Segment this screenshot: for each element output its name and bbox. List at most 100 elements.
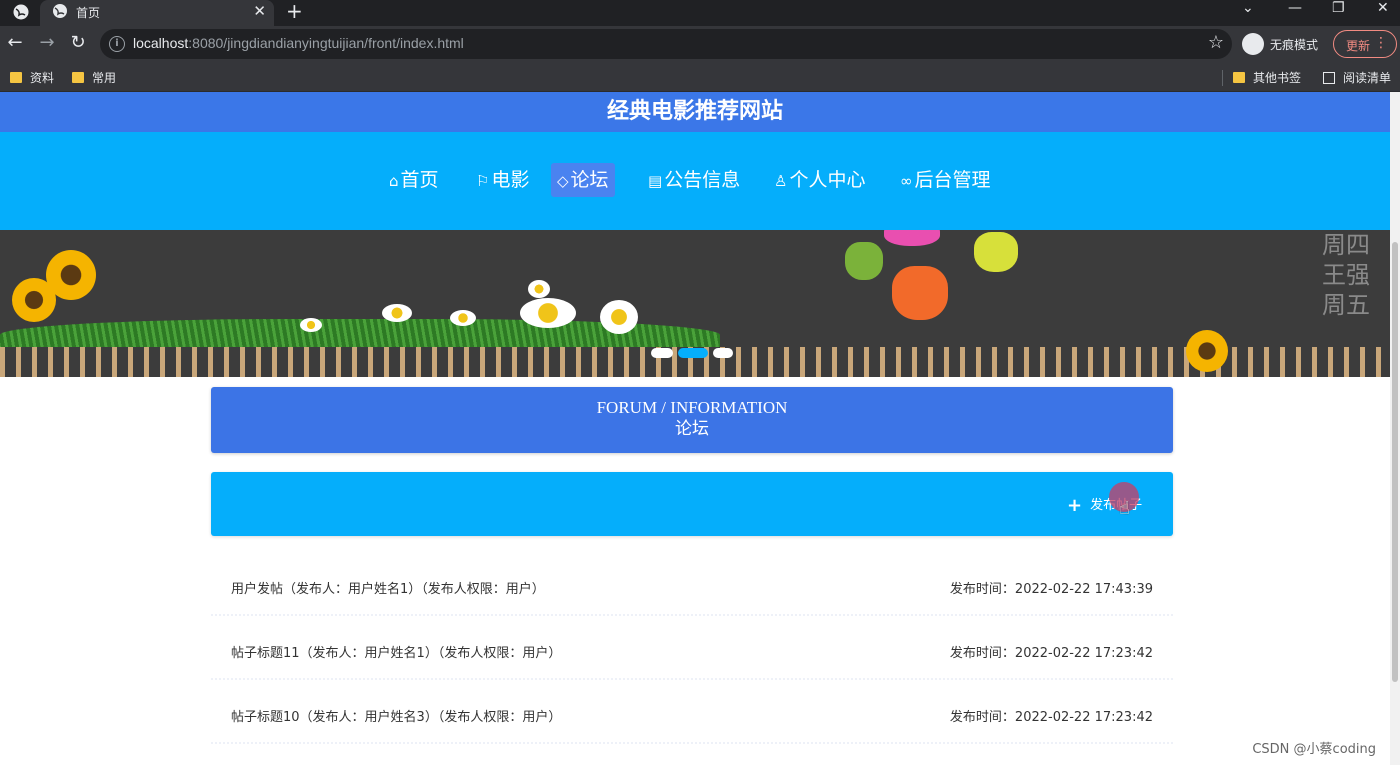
main-nav: ⌂ 首页 ⚐ 电影 ◇ 论坛 ▤ 公告信息 ♙ 个人中心 ∞ 后台管理 [0,132,1390,230]
bookmark-folder-2[interactable]: 常用 [72,69,116,86]
handprint-image [974,232,1018,272]
bookmarks-bar: 资料 常用 其他书签 阅读清单 [0,62,1400,92]
nav-label: 论坛 [570,169,609,191]
post-title[interactable]: 帖子标题11（发布人：用户姓名1）（发布人权限：用户） [231,642,561,661]
browser-tab-strip: 首页 ✕ + ⌄ — ❐ ✕ [0,0,1400,26]
nav-item-notices[interactable]: ▤ 公告信息 [642,163,746,197]
chalk-line: 周四 [1322,231,1370,259]
nav-item-admin[interactable]: ∞ 后台管理 [894,163,997,197]
post-time: 发布时间：2022-02-22 17:43:39 [949,582,1153,597]
url-path: :8080/jingdiandianyingtuijian/front/inde… [188,35,464,51]
home-icon: ⌂ [389,172,399,190]
handprint-image [845,242,883,280]
daisy-image [300,318,322,332]
nav-label: 后台管理 [914,169,991,191]
carousel-dot[interactable] [651,348,673,358]
folder-icon [1233,72,1245,83]
forum-post-list: 用户发帖（发布人：用户姓名1）（发布人权限：用户） 发布时间：2022-02-2… [211,552,1173,744]
post-title[interactable]: 用户发帖（发布人：用户姓名1）（发布人权限：用户） [231,578,545,597]
plus-icon: + [1067,495,1083,516]
reading-list[interactable]: 阅读清单 [1323,69,1391,86]
list-item[interactable]: 帖子标题11（发布人：用户姓名1）（发布人权限：用户） 发布时间：2022-02… [211,616,1173,680]
new-tab-icon[interactable]: + [286,0,303,23]
nav-label: 电影 [491,169,530,191]
browser-toolbar: ← → ↻ i localhost:8080/jingdiandianyingt… [0,26,1400,62]
page-viewport: 经典电影推荐网站 ⌂ 首页 ⚐ 电影 ◇ 论坛 ▤ 公告信息 ♙ 个人中心 ∞ 后台管理 周… [0,92,1390,765]
forward-icon[interactable]: → [36,32,58,53]
watermark: CSDN @小蔡coding [1252,742,1376,757]
bookmark-star-icon[interactable]: ☆ [1208,32,1224,53]
nav-item-home[interactable]: ⌂ 首页 [383,163,445,197]
restore-icon[interactable]: ❐ [1332,0,1345,16]
window-close-icon[interactable]: ✕ [1377,0,1389,16]
link-icon: ∞ [900,172,913,190]
back-icon[interactable]: ← [4,32,26,53]
site-header: 经典电影推荐网站 [0,92,1390,132]
nav-item-forum[interactable]: ◇ 论坛 [551,163,615,197]
browser-tab[interactable]: 首页 ✕ [40,0,274,26]
hand-cursor-icon: ☝ [1119,498,1130,519]
daisy-image [450,310,476,326]
url-host: localhost [133,35,189,51]
reading-list-icon [1323,72,1335,84]
bookmark-label: 常用 [92,71,117,85]
bookmark-folder-1[interactable]: 资料 [10,69,54,86]
incognito-label[interactable]: 无痕模式 [1270,36,1318,53]
nav-label: 个人中心 [789,169,866,191]
scrollbar-thumb[interactable] [1392,242,1398,682]
bookmark-divider [1222,70,1223,86]
info-icon[interactable]: i [109,36,125,52]
address-bar[interactable]: i localhost:8080/jingdiandianyingtuijian… [100,29,1232,59]
chalk-line: 周五 [1322,291,1370,319]
bookmark-label: 资料 [30,71,55,85]
sunflower-image [46,250,96,300]
minimize-icon[interactable]: — [1288,0,1302,16]
incognito-icon[interactable] [1242,33,1264,55]
banner-carousel[interactable]: 周四 王强 周五 [0,230,1390,377]
folder-icon [10,72,22,83]
post-time: 发布时间：2022-02-22 17:23:42 [949,646,1153,661]
forum-action-bar: +发布帖子 ☝ [211,472,1173,536]
tag-icon: ◇ [557,172,569,190]
reload-icon[interactable]: ↻ [67,32,89,53]
post-title[interactable]: 帖子标题10（发布人：用户姓名3）（发布人权限：用户） [231,706,561,725]
carousel-dot-active[interactable] [678,348,708,358]
sunflower-image [1186,330,1228,372]
chalk-writing: 周四 王强 周五 [1322,230,1370,320]
url-text[interactable]: localhost:8080/jingdiandianyingtuijian/f… [133,35,464,51]
tab-title: 首页 [76,6,101,20]
update-label: 更新 [1346,39,1371,53]
forum-section-header: FORUM / INFORMATION 论坛 [211,387,1173,453]
flag-icon: ⚐ [476,172,490,190]
folder-icon [72,72,84,83]
page-scrollbar[interactable] [1390,92,1400,765]
nav-label: 首页 [400,169,439,191]
site-title: 经典电影推荐网站 [606,99,783,124]
chalk-line: 王强 [1322,261,1370,289]
close-icon[interactable]: ✕ [253,2,266,20]
update-button[interactable]: 更新 ⋮ [1333,30,1397,58]
list-item[interactable]: 帖子标题10（发布人：用户姓名3）（发布人权限：用户） 发布时间：2022-02… [211,680,1173,744]
other-bookmarks[interactable]: 其他书签 [1233,69,1301,86]
section-title-en: FORUM / INFORMATION [596,398,788,417]
nav-item-profile[interactable]: ♙ 个人中心 [768,163,871,197]
globe-icon[interactable] [12,3,30,21]
menu-dots-icon: ⋮ [1374,35,1388,51]
other-bookmarks-label: 其他书签 [1253,71,1302,85]
nav-item-movies[interactable]: ⚐ 电影 [470,163,535,197]
daisy-image [382,304,412,322]
post-time: 发布时间：2022-02-22 17:23:42 [949,710,1153,725]
globe-icon [53,4,67,18]
daisy-image [600,300,638,334]
daisy-image [528,280,550,298]
reading-list-label: 阅读清单 [1343,71,1392,85]
carousel-dot[interactable] [713,348,733,358]
list-item[interactable]: 用户发帖（发布人：用户姓名1）（发布人权限：用户） 发布时间：2022-02-2… [211,552,1173,616]
nav-label: 公告信息 [664,169,741,191]
section-title-cn: 论坛 [675,419,709,439]
notice-icon: ▤ [648,172,663,190]
handprint-image [884,230,940,246]
tab-search-icon[interactable]: ⌄ [1242,0,1254,16]
user-icon: ♙ [774,172,788,190]
handprint-image [892,266,948,320]
